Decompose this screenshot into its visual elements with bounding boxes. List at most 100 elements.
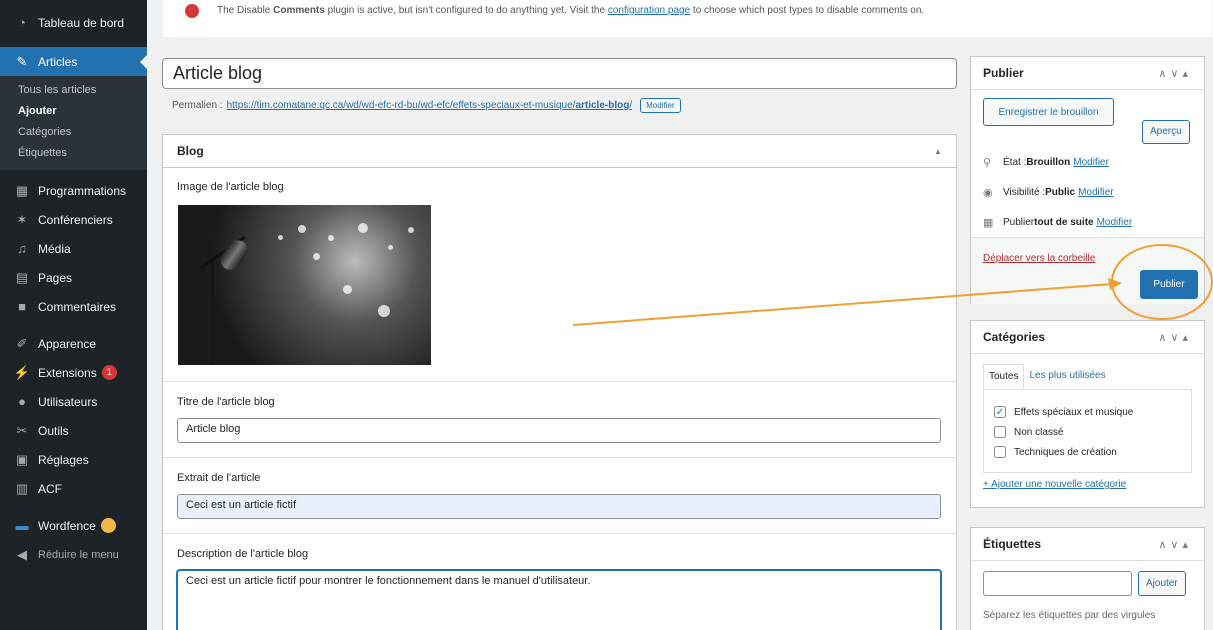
menu-appearance[interactable]: ✐ Apparence — [0, 329, 147, 358]
notice-bold: Comments — [273, 5, 325, 16]
schedule-value: tout de suite — [1034, 216, 1094, 228]
categories-box-header[interactable]: Catégories ∧∨▴ — [971, 321, 1204, 354]
wordfence-alert-badge — [100, 518, 116, 533]
publish-box: Publier ∧∨▴ Aperçu Enregistrer le brouil… — [970, 56, 1205, 304]
menu-programmations[interactable]: ▦ Programmations — [0, 176, 147, 205]
excerpt-field: Extrait de l'article Ceci est un article… — [163, 457, 956, 519]
box-move-arrows-icon[interactable]: ∧∨▴ — [1158, 331, 1192, 344]
dashboard-icon: ◔ — [18, 15, 26, 30]
description-textarea[interactable]: Ceci est un article fictif pour montrer … — [177, 570, 941, 630]
menu-appearance-label: Apparence — [38, 336, 97, 351]
blog-box-header[interactable]: Blog ▲ — [163, 135, 956, 168]
article-title-input[interactable]: Article blog — [177, 418, 941, 443]
menu-conferenciers[interactable]: ✶ Conférenciers — [0, 205, 147, 234]
menu-media[interactable]: ♫ Média — [0, 234, 147, 263]
edit-visibility-link[interactable]: Modifier — [1078, 187, 1114, 198]
menu-acf[interactable]: ▥ ACF — [0, 474, 147, 503]
blog-fields-box: Blog ▲ Image de l'article blog Titre de … — [162, 134, 957, 630]
box-move-arrows-icon[interactable]: ∧∨▴ — [1158, 67, 1192, 80]
edit-schedule-link[interactable]: Modifier — [1097, 217, 1133, 228]
submenu-tags[interactable]: Étiquettes — [0, 143, 147, 164]
notice-text-before: The Disable — [217, 5, 274, 16]
plugin-notice-icon — [185, 3, 199, 18]
star-icon: ✶ — [16, 211, 28, 227]
add-category-link[interactable]: + Ajouter une nouvelle catégorie — [983, 479, 1126, 490]
tab-all-categories[interactable]: Toutes — [983, 364, 1025, 389]
checkbox-checked-icon[interactable]: ✓ — [994, 406, 1006, 418]
permalink-label: Permalien : — [172, 100, 223, 111]
tag-input[interactable] — [983, 571, 1132, 596]
menu-pages-label: Pages — [38, 270, 73, 285]
menu-comments[interactable]: ■ Commentaires — [0, 292, 147, 321]
image-field-label: Image de l'article blog — [177, 181, 284, 193]
tags-box-header[interactable]: Étiquettes ∧∨▴ — [971, 528, 1204, 561]
collapse-arrow-icon[interactable]: ▲ — [934, 147, 942, 156]
category-item[interactable]: Techniques de création — [994, 442, 1181, 462]
category-item[interactable]: Non classé — [994, 422, 1181, 442]
menu-tools[interactable]: ✂ Outils — [0, 416, 147, 445]
excerpt-input[interactable]: Ceci est un article fictif — [177, 494, 941, 519]
menu-wordfence[interactable]: ▬ Wordfence — [0, 511, 147, 540]
notice-text: The Disable Comments plugin is active, b… — [217, 5, 924, 16]
menu-media-label: Média — [38, 241, 71, 256]
preview-button[interactable]: Aperçu — [1142, 120, 1190, 144]
schedule-label: Publier — [1003, 216, 1035, 228]
category-label: Techniques de création — [1014, 446, 1117, 458]
menu-programmations-label: Programmations — [38, 183, 127, 198]
submenu-all-posts[interactable]: Tous les articles — [0, 80, 147, 101]
description-field: Description de l'article blog Ceci est u… — [163, 533, 956, 630]
eye-icon: ◉ — [983, 186, 993, 199]
settings-icon: ▣ — [15, 451, 29, 467]
menu-dashboard-label: Tableau de bord — [38, 15, 125, 30]
category-item[interactable]: ✓ Effets spéciaux et musique — [994, 402, 1181, 422]
menu-articles[interactable]: ✎ Articles — [0, 47, 147, 76]
collapse-icon: ◀ — [17, 546, 27, 562]
tab-most-used[interactable]: Les plus utilisées — [1024, 364, 1110, 389]
excerpt-field-label: Extrait de l'article — [177, 472, 261, 484]
publish-button[interactable]: Publier — [1140, 270, 1198, 299]
menu-comments-label: Commentaires — [38, 299, 117, 314]
categories-box-title: Catégories — [983, 330, 1046, 344]
move-to-trash-link[interactable]: Déplacer vers la corbeille — [983, 253, 1095, 264]
media-icon: ♫ — [17, 241, 27, 256]
menu-dashboard[interactable]: ◔ Tableau de bord — [0, 8, 147, 37]
menu-extensions[interactable]: ⚡ Extensions 1 — [0, 358, 147, 387]
menu-users-label: Utilisateurs — [38, 394, 98, 409]
menu-pages[interactable]: ▤ Pages — [0, 263, 147, 292]
menu-acf-label: ACF — [38, 481, 62, 496]
blog-box-title: Blog — [177, 144, 204, 158]
users-icon: ● — [18, 394, 26, 409]
save-draft-button-visual[interactable]: Enregistrer le brouillon — [983, 98, 1114, 126]
permalink-edit-button[interactable]: Modifier — [640, 98, 681, 113]
edit-status-link[interactable]: Modifier — [1073, 157, 1109, 168]
post-title-input[interactable]: Article blog — [162, 58, 957, 89]
plugin-icon: ⚡ — [13, 364, 31, 380]
menu-settings[interactable]: ▣ Réglages — [0, 445, 147, 474]
menu-users[interactable]: ● Utilisateurs — [0, 387, 147, 416]
article-image[interactable] — [178, 205, 431, 365]
category-checklist: ✓ Effets spéciaux et musique Non classé … — [983, 389, 1192, 473]
checkbox-icon[interactable] — [994, 426, 1006, 438]
submenu-categories[interactable]: Catégories — [0, 122, 147, 143]
tags-box: Étiquettes ∧∨▴ Ajouter Séparez les étiqu… — [970, 527, 1205, 630]
visibility-row: ◉ Visibilité : Public Modifier — [971, 177, 1204, 207]
wordfence-icon: ▬ — [15, 518, 29, 533]
wrench-icon: ✂ — [16, 422, 28, 438]
category-label: Effets spéciaux et musique — [1014, 406, 1134, 418]
visibility-label: Visibilité : — [1003, 186, 1046, 198]
comments-icon: ■ — [18, 299, 26, 314]
status-value: Brouillon — [1026, 156, 1071, 168]
box-move-arrows-icon[interactable]: ∧∨▴ — [1158, 538, 1192, 551]
permalink-link[interactable]: https://tim.comatane.qc.ca/wd/wd-efc-rd-… — [227, 100, 633, 111]
calendar-small-icon: ▦ — [983, 216, 994, 229]
publish-box-header[interactable]: Publier ∧∨▴ — [971, 57, 1204, 90]
calendar-icon: ▦ — [15, 182, 29, 198]
configuration-page-link[interactable]: configuration page — [608, 5, 690, 16]
collapse-menu-button[interactable]: ◀ Réduire le menu — [0, 540, 147, 569]
submenu-add-new[interactable]: Ajouter — [0, 101, 147, 122]
checkbox-icon[interactable] — [994, 446, 1006, 458]
pin-status-icon: ⚲ — [983, 156, 992, 169]
notice-text-after: to choose which post types to disable co… — [690, 5, 925, 16]
permalink-row: Permalien : https://tim.comatane.qc.ca/w… — [172, 98, 681, 113]
add-tag-button[interactable]: Ajouter — [1138, 571, 1186, 596]
